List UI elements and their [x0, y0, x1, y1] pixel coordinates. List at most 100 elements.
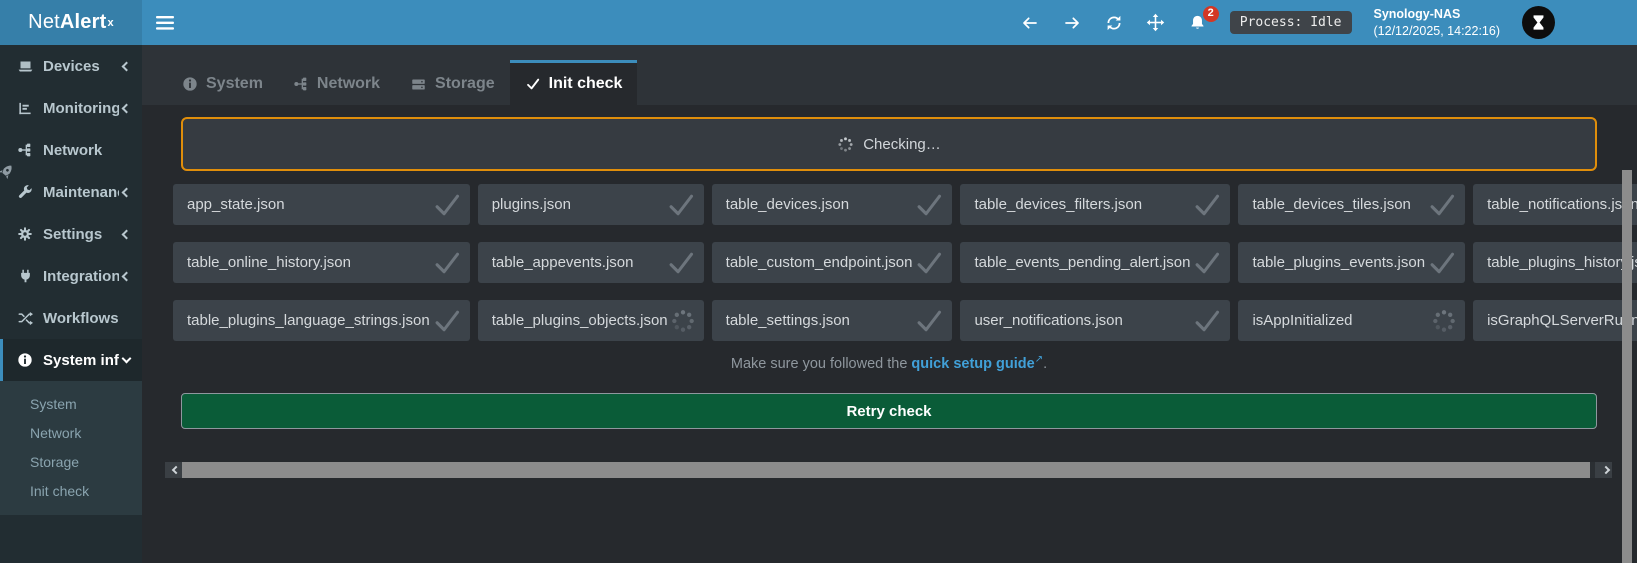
check-ok-icon — [1427, 249, 1457, 277]
check-ok-icon — [1192, 191, 1222, 219]
brand-prefix: Net — [28, 11, 60, 34]
checking-alert: Checking… — [181, 117, 1597, 171]
spinner-icon — [837, 136, 854, 153]
host-info: Synology-NAS (12/12/2025, 14:22:16) — [1374, 6, 1501, 39]
loading-spinner-icon — [1431, 308, 1457, 334]
check-item-label: plugins.json — [492, 196, 664, 213]
app-logo[interactable]: NetAlertx — [0, 0, 142, 45]
back-arrow-icon[interactable] — [1020, 13, 1040, 33]
forward-arrow-icon[interactable] — [1062, 13, 1082, 33]
scroll-right-button[interactable] — [1595, 462, 1612, 478]
check-item-label: user_notifications.json — [974, 312, 1190, 329]
vertical-scrollbar-thumb[interactable] — [1622, 170, 1632, 563]
sidebar-item-settings[interactable]: Settings — [0, 213, 142, 255]
refresh-icon[interactable] — [1104, 13, 1124, 33]
sidebar-item-workflows[interactable]: Workflows — [0, 297, 142, 339]
horizontal-scrollbar-thumb[interactable] — [182, 462, 1590, 478]
check-ok-icon — [1192, 249, 1222, 277]
scroll-left-button[interactable] — [165, 462, 182, 478]
chevron-left-icon — [122, 61, 132, 71]
top-header: NetAlertx 2 Process: Idle Synology-NAS (… — [0, 0, 1637, 45]
hint-text: Make sure you followed the — [731, 356, 908, 372]
check-item: user_notifications.json — [960, 300, 1230, 341]
chevron-left-icon — [171, 466, 179, 474]
sidebar-item-monitoring[interactable]: Monitoring — [0, 87, 142, 129]
chevron-right-icon — [1601, 466, 1609, 474]
submenu-item[interactable]: Init check — [0, 476, 142, 505]
check-item-label: table_devices.json — [726, 196, 913, 213]
chevron-left-icon — [122, 271, 132, 281]
tab-system[interactable]: System — [167, 63, 278, 105]
check-ok-icon — [432, 249, 462, 277]
sidebar-item-devices[interactable]: Devices — [0, 45, 142, 87]
check-item: table_online_history.json — [173, 242, 470, 283]
main-content: System Network Storage Init check Checki… — [142, 45, 1637, 563]
hourglass-avatar-icon — [1530, 14, 1547, 31]
tab-init-check[interactable]: Init check — [510, 60, 638, 105]
notification-count-badge: 2 — [1203, 6, 1219, 22]
gear-icon — [14, 226, 36, 242]
chevron-left-icon — [122, 187, 132, 197]
sidebar-nav: Devices Monitoring Network Maintenance S… — [0, 45, 142, 563]
check-item: table_plugins_objects.json — [478, 300, 704, 341]
check-item: table_plugins_events.json — [1238, 242, 1465, 283]
submenu-item[interactable]: Network — [0, 418, 142, 447]
external-link-icon: ↗ — [1035, 354, 1043, 365]
check-item: table_appevents.json — [478, 242, 704, 283]
check-item: table_custom_endpoint.json — [712, 242, 953, 283]
move-arrows-icon[interactable] — [1146, 13, 1166, 33]
check-icon — [525, 77, 541, 91]
system-info-submenu: System Network Storage Init check — [0, 381, 142, 515]
hamburger-icon — [156, 16, 174, 30]
check-item-label: isGraphQLServerRunning — [1487, 312, 1637, 329]
check-item: table_notifications.json — [1473, 184, 1637, 225]
sidebar-toggle-button[interactable] — [142, 0, 188, 45]
check-ok-icon — [1427, 191, 1457, 219]
brand-sup: x — [107, 17, 113, 29]
check-ok-icon — [914, 249, 944, 277]
quick-setup-guide-link[interactable]: quick setup guide — [911, 356, 1034, 372]
check-item: table_devices.json — [712, 184, 953, 225]
check-item: isAppInitialized — [1238, 300, 1465, 341]
check-item-label: app_state.json — [187, 196, 430, 213]
check-ok-icon — [666, 191, 696, 219]
submenu-item[interactable]: Storage — [0, 447, 142, 476]
check-item: table_plugins_language_strings.json — [173, 300, 470, 341]
hint-suffix: . — [1043, 356, 1047, 372]
tab-network[interactable]: Network — [278, 63, 395, 105]
sidebar-item-maintenance[interactable]: Maintenance — [0, 171, 142, 213]
chevron-down-icon — [122, 354, 132, 364]
chart-icon — [14, 101, 36, 116]
check-item: isGraphQLServerRunning — [1473, 300, 1637, 341]
rocket-icon — [0, 163, 15, 181]
submenu-item[interactable]: System — [0, 389, 142, 418]
host-timestamp: (12/12/2025, 14:22:16) — [1374, 23, 1501, 39]
check-item: table_devices_tiles.json — [1238, 184, 1465, 225]
network-icon — [293, 76, 309, 92]
user-avatar[interactable] — [1522, 6, 1555, 39]
wrench-icon — [14, 184, 36, 200]
check-item-label: table_notifications.json — [1487, 196, 1637, 213]
check-item-label: table_plugins_history.json — [1487, 254, 1637, 271]
check-item-label: table_plugins_events.json — [1252, 254, 1425, 271]
laptop-icon — [14, 59, 36, 74]
setup-hint: Make sure you followed the quick setup g… — [181, 354, 1597, 372]
tab-bar: System Network Storage Init check — [142, 45, 1637, 105]
check-ok-icon — [666, 249, 696, 277]
check-item: app_state.json — [173, 184, 470, 225]
checking-message: Checking… — [863, 136, 941, 153]
header-actions: 2 Process: Idle Synology-NAS (12/12/2025… — [1020, 6, 1555, 39]
sidebar-item-integrations[interactable]: Integrations — [0, 255, 142, 297]
check-ok-icon — [914, 307, 944, 335]
sidebar-item-system-info[interactable]: System info — [0, 339, 142, 381]
tab-storage[interactable]: Storage — [395, 63, 510, 105]
check-item: table_settings.json — [712, 300, 953, 341]
retry-check-button[interactable]: Retry check — [181, 393, 1597, 429]
horizontal-scrollbar[interactable] — [165, 462, 1612, 478]
init-check-grid: app_state.json plugins.json table_device… — [173, 184, 1615, 341]
check-item-label: table_devices_filters.json — [974, 196, 1190, 213]
process-status-badge: Process: Idle — [1230, 11, 1352, 34]
sidebar-item-network[interactable]: Network — [0, 129, 142, 171]
notifications-bell-icon[interactable]: 2 — [1188, 13, 1208, 33]
check-item-label: table_online_history.json — [187, 254, 430, 271]
